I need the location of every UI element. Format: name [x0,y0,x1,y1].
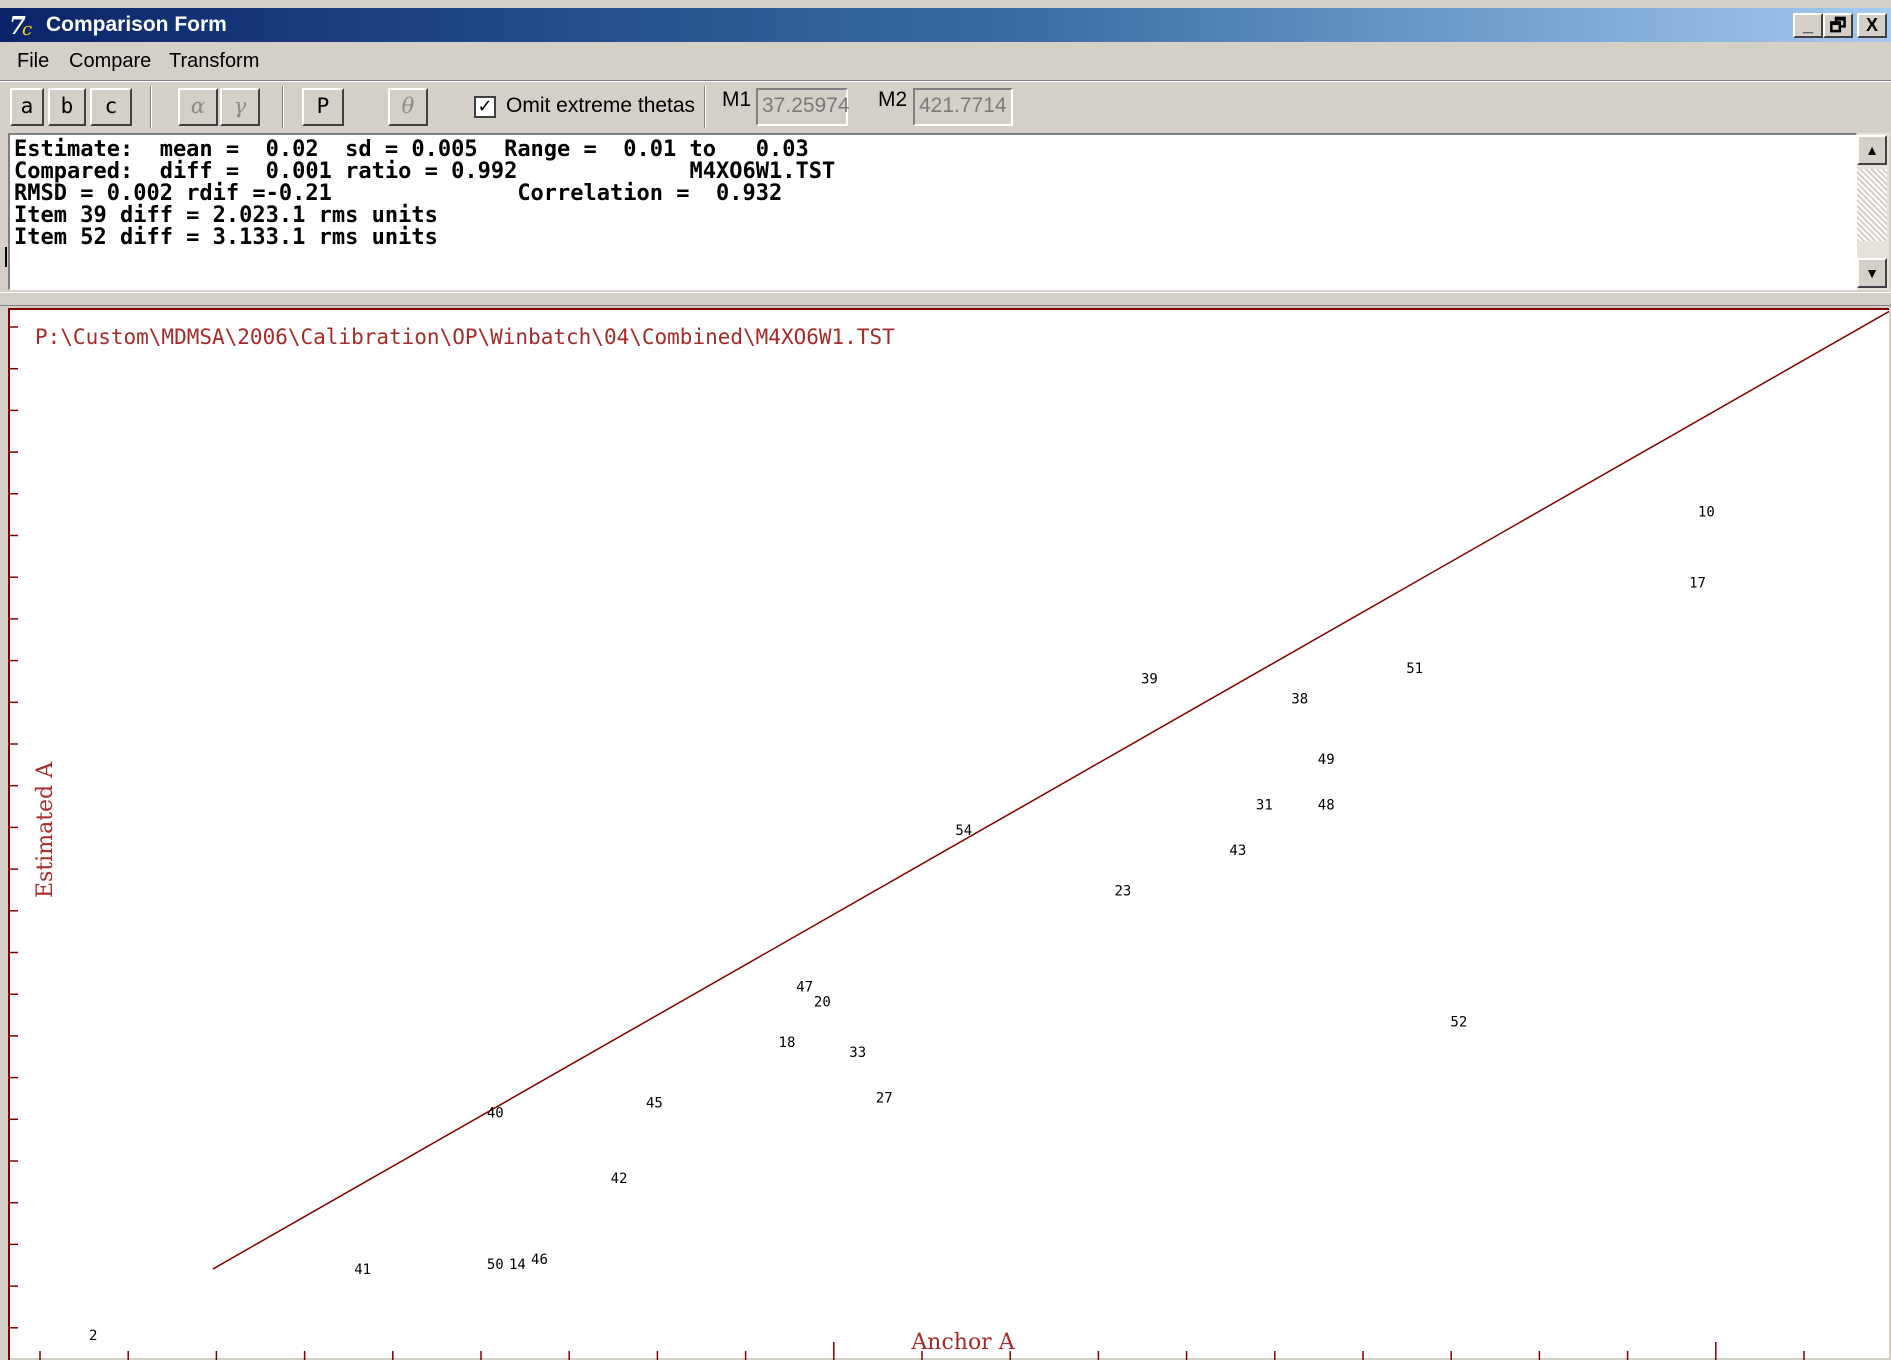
scroll-thumb[interactable] [1857,169,1887,241]
app-icon: 7 c [9,11,32,39]
data-point: 45 [646,1095,663,1111]
file-path-label: P:\Custom\MDMSA\2006\Calibration\OP\Winb… [35,325,895,349]
data-point: 33 [849,1045,866,1061]
alpha-button[interactable]: α [178,88,218,126]
data-point: 42 [611,1171,628,1187]
toolbar-separator [150,86,152,128]
m2-field[interactable]: 421.7714 [913,88,1013,126]
m1-field[interactable]: 37.25974 [756,88,850,126]
data-point: 46 [531,1252,548,1268]
toolbar: a b c α γ P θ ✓ Omit extreme thetas M1 3… [0,82,1891,132]
data-point: 17 [1689,575,1706,591]
output-line: Compared: diff = 0.001 ratio = 0.992 M4X… [14,159,836,184]
theta-button[interactable]: θ [388,88,428,126]
output-scrollbar[interactable]: ▲ ▼ [1857,133,1889,290]
data-point: 43 [1229,843,1246,859]
data-point: 48 [1318,798,1335,814]
m2-label: M2 [878,88,908,111]
data-point: 23 [1114,883,1131,899]
plot-canvas: P:\Custom\MDMSA\2006\Calibration\OP\Winb… [8,310,1889,1360]
data-point: 27 [876,1090,893,1106]
minimize-button[interactable]: _ [1793,13,1823,38]
omit-extreme-thetas-label: Omit extreme thetas [506,94,696,117]
m1-label: M1 [722,88,752,111]
restore-button[interactable]: 🗗 [1823,13,1853,38]
data-point: 47 [796,979,813,995]
window-title: Comparison Form [46,13,227,36]
toolbar-separator [704,86,706,128]
data-point: 14 [509,1257,526,1273]
title-bar[interactable]: 7 c Comparison Form _ 🗗 X [0,8,1891,42]
output-textbox[interactable]: Estimate: mean = 0.02 sd = 0.005 Range =… [8,133,1857,290]
data-point: 38 [1291,691,1308,707]
output-line: Item 52 diff = 3.133.1 rms units [14,225,438,250]
close-button[interactable]: X [1857,13,1887,38]
data-point: 18 [779,1035,796,1051]
scroll-down-button[interactable]: ▼ [1857,258,1887,288]
output-text: Estimate: mean = 0.02 sd = 0.005 Range =… [14,139,835,249]
x-axis-label: Anchor A [910,1330,1015,1355]
param-a-button[interactable]: a [10,88,44,126]
data-point: 49 [1318,752,1335,768]
text-caret [5,247,7,267]
menu-compare[interactable]: Compare [69,50,151,73]
pane-splitter[interactable] [0,292,1891,306]
p-button[interactable]: P [302,88,344,126]
data-point: 51 [1406,661,1423,677]
scatter-plot: P:\Custom\MDMSA\2006\Calibration\OP\Winb… [8,308,1889,1360]
gamma-button[interactable]: γ [220,88,260,126]
data-point: 54 [955,823,972,839]
data-point: 20 [814,994,831,1010]
menu-transform[interactable]: Transform [169,50,259,73]
data-point: 52 [1450,1015,1467,1031]
menu-bar: File Compare Transform [0,44,1891,78]
data-point: 31 [1256,798,1273,814]
data-point: 10 [1698,505,1715,521]
data-point: 2 [89,1328,97,1344]
data-point: 39 [1141,671,1158,687]
regression-line [212,310,1889,1270]
param-c-button[interactable]: c [90,88,132,126]
output-line: RMSD = 0.002 rdif =-0.21 Correlation = 0… [14,181,783,206]
data-point: 40 [487,1106,504,1122]
y-axis-label: Estimated A [33,761,58,898]
data-points: 3410173951384931484354235247201833274540… [89,505,1715,1344]
data-point: 50 [487,1257,504,1273]
toolbar-separator [282,86,284,128]
scroll-up-button[interactable]: ▲ [1857,135,1887,165]
param-b-button[interactable]: b [48,88,86,126]
y-ticks [9,326,18,1329]
output-line: Item 39 diff = 2.023.1 rms units [14,203,438,228]
output-line: Estimate: mean = 0.02 sd = 0.005 Range =… [14,137,809,162]
omit-extreme-thetas-checkbox[interactable]: ✓ [474,96,496,118]
svg-text:c: c [22,19,32,39]
menu-file[interactable]: File [17,50,49,73]
data-point: 41 [354,1262,371,1278]
comparison-form-window: 7 c Comparison Form _ 🗗 X File Compare T… [0,0,1891,1360]
